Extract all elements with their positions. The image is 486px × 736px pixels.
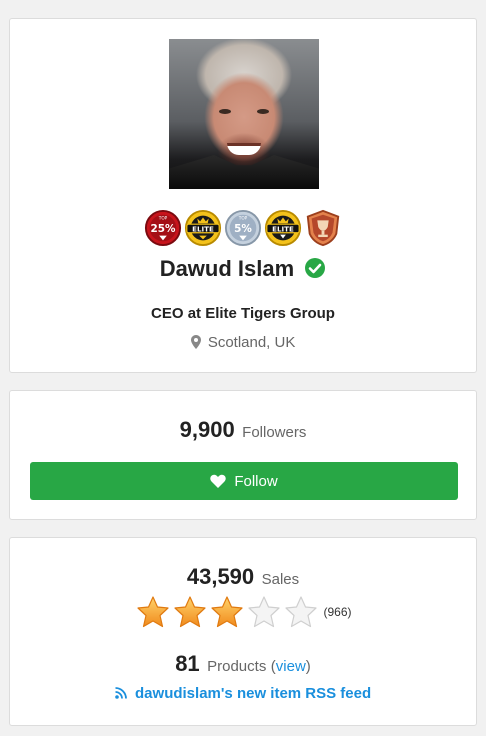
follow-button[interactable]: Follow: [30, 462, 458, 500]
svg-text:ELITE: ELITE: [272, 224, 294, 233]
svg-text:ELITE: ELITE: [192, 224, 214, 233]
rss-icon: [115, 687, 127, 699]
profile-card: TOP 25% ELITE TOP 5% ELITE Dawud Islam C…: [9, 18, 477, 373]
svg-text:5%: 5%: [234, 223, 252, 235]
map-pin-icon: [190, 335, 201, 349]
products-stat: 81 Products (view): [10, 651, 476, 677]
view-products-link[interactable]: view: [276, 658, 306, 675]
star-filled-icon: [174, 596, 206, 628]
products-close-paren: ): [305, 658, 311, 675]
elite-author-badge[interactable]: ELITE: [264, 209, 302, 247]
rss-feed-label: dawudislam's new item RSS feed: [135, 685, 372, 702]
star-rating: (966): [10, 595, 476, 629]
top-5-percent-badge[interactable]: TOP 5%: [224, 209, 262, 247]
elite-badge[interactable]: ELITE: [184, 209, 222, 247]
avatar-mouth: [227, 143, 261, 155]
rss-feed-link[interactable]: dawudislam's new item RSS feed: [10, 685, 476, 702]
badges-row: TOP 25% ELITE TOP 5% ELITE: [10, 209, 476, 247]
followers-label: Followers: [242, 424, 307, 441]
sales-stat: 43,590 Sales: [10, 564, 476, 590]
star-filled-icon: [137, 596, 169, 628]
svg-text:TOP: TOP: [238, 215, 248, 221]
products-label: Products: [207, 658, 267, 675]
sales-count: 43,590: [186, 564, 255, 589]
products-count: 81: [175, 651, 200, 676]
location-text: Scotland, UK: [207, 334, 296, 351]
avatar-eye: [257, 109, 269, 114]
followers-card: 9,900 Followers Follow: [9, 390, 477, 520]
star-filled-icon: [211, 596, 243, 628]
followers-stat: 9,900 Followers: [10, 417, 476, 443]
trophy-badge[interactable]: [304, 209, 342, 247]
top-25-percent-badge[interactable]: TOP 25%: [144, 209, 182, 247]
svg-text:TOP: TOP: [158, 215, 168, 221]
avatar-eye: [219, 109, 231, 114]
sales-label: Sales: [261, 571, 300, 588]
verified-check-icon: [305, 258, 326, 278]
followers-count: 9,900: [179, 417, 235, 442]
svg-text:25%: 25%: [151, 223, 177, 235]
star-empty-icon: [285, 596, 317, 628]
avatar-shirt: [169, 155, 319, 189]
follow-button-label: Follow: [234, 472, 278, 490]
sales-card: 43,590 Sales (966) 81 Products (view) da…: [9, 537, 477, 726]
profile-title: CEO at Elite Tigers Group: [151, 305, 335, 322]
star-empty-icon: [248, 596, 280, 628]
profile-name: Dawud Islam: [159, 256, 295, 281]
profile-location: Scotland, UK: [10, 334, 476, 351]
heart-icon: [210, 474, 227, 488]
review-count: (966): [323, 605, 352, 619]
profile-name-row: Dawud Islam: [10, 256, 476, 282]
avatar[interactable]: [169, 39, 319, 189]
